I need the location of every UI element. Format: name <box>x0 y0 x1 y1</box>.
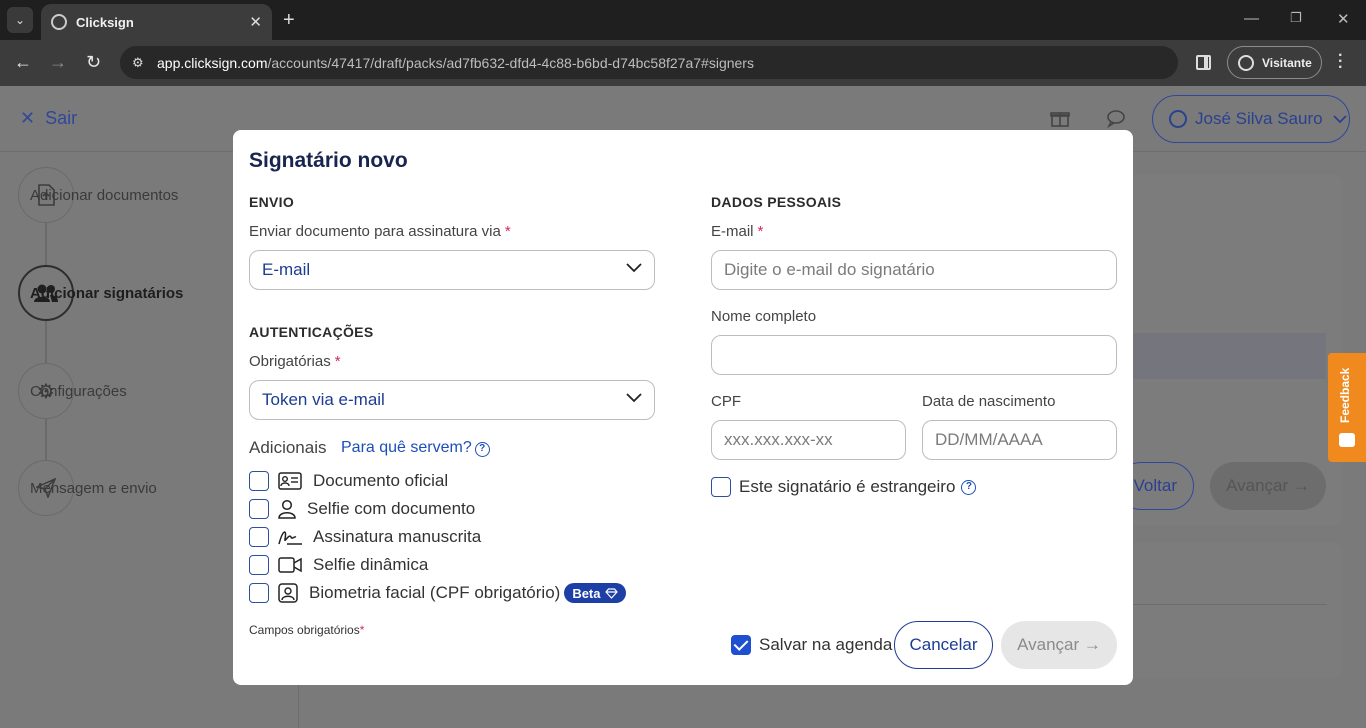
tab-search-button[interactable]: ⌄ <box>7 7 33 33</box>
cpf-label: CPF <box>711 393 741 410</box>
delivery-method-select[interactable]: E-mail <box>249 250 655 290</box>
option-facial-biometrics[interactable]: Biometria facial (CPF obrigatório) Beta <box>249 582 626 604</box>
birth-date-label: Data de nascimento <box>922 393 1056 410</box>
exit-button[interactable]: ✕ Sair <box>20 108 77 129</box>
section-personal-data: DADOS PESSOAIS <box>711 194 842 210</box>
close-icon: ✕ <box>20 108 36 128</box>
profile-icon <box>1238 54 1254 71</box>
checkbox-checked[interactable] <box>731 635 751 655</box>
option-label: Selfie dinâmica <box>313 555 429 574</box>
full-name-label: Nome completo <box>711 308 817 325</box>
user-name: José Silva Sauro <box>1195 109 1323 128</box>
browser-tab[interactable]: Clicksign ✕ <box>41 4 272 40</box>
option-selfie-document[interactable]: Selfie com documento <box>249 498 475 520</box>
forward-arrow-icon[interactable]: → <box>49 52 67 73</box>
email-input[interactable] <box>711 250 1117 290</box>
option-handwritten-signature[interactable]: Assinatura manuscrita <box>249 526 481 548</box>
tab-title: Clicksign <box>76 14 134 30</box>
cancel-button[interactable]: Cancelar <box>894 621 993 669</box>
window-close-icon[interactable]: ✕ <box>1337 10 1350 28</box>
option-label: Assinatura manuscrita <box>313 527 482 546</box>
email-label: E-mail * <box>711 223 764 240</box>
feedback-tab[interactable]: Feedback <box>1328 353 1366 462</box>
site-settings-icon[interactable]: ⚙ <box>132 55 148 71</box>
option-label: Selfie com documento <box>307 499 476 518</box>
user-avatar-icon <box>1169 110 1187 128</box>
address-bar[interactable]: ⚙ app.clicksign.com/accounts/47417/draft… <box>120 46 1178 79</box>
background-band <box>1120 333 1326 379</box>
signature-icon <box>277 526 303 548</box>
save-to-contacts-option[interactable]: Salvar na agenda <box>731 635 892 655</box>
arrow-right-icon: → <box>1083 635 1101 654</box>
chevron-down-icon <box>626 263 642 273</box>
divider <box>1133 604 1327 605</box>
section-envio: ENVIO <box>249 194 295 210</box>
foreigner-option[interactable]: Este signatário é estrangeiro ? <box>711 477 977 497</box>
clicksign-favicon-icon <box>51 14 67 30</box>
option-label: Biometria facial (CPF obrigatório) <box>309 583 561 602</box>
checkbox[interactable] <box>249 583 269 603</box>
profile-label: Visitante <box>1262 55 1312 70</box>
browser-menu-icon[interactable]: · · · <box>1338 48 1343 76</box>
step-label: Adicionar signatários <box>30 284 184 302</box>
checkbox[interactable] <box>249 555 269 575</box>
modal-title: Signatário novo <box>249 149 408 172</box>
birth-date-input[interactable] <box>922 420 1117 460</box>
step-label: Adicionar documentos <box>30 186 179 204</box>
face-id-icon <box>277 582 299 604</box>
help-link[interactable]: Para quê servem?? <box>341 439 490 457</box>
step-message-send[interactable]: Mensagem e envio <box>18 460 157 516</box>
user-menu-button[interactable]: José Silva Sauro <box>1152 95 1350 143</box>
minimize-icon[interactable]: — <box>1244 10 1259 27</box>
full-name-input[interactable] <box>711 335 1117 375</box>
checkbox[interactable] <box>249 471 269 491</box>
back-arrow-icon[interactable]: ← <box>14 52 32 73</box>
section-auth: AUTENTICAÇÕES <box>249 324 374 340</box>
new-signer-modal: Signatário novo ENVIO Enviar documento p… <box>233 130 1133 685</box>
step-label: Configurações <box>30 382 127 400</box>
profile-button[interactable]: Visitante <box>1227 46 1322 79</box>
delivery-label: Enviar documento para assinatura via * <box>249 223 511 240</box>
feedback-label: Feedback <box>1338 367 1352 423</box>
step-label: Mensagem e envio <box>30 479 157 497</box>
required-auth-label: Obrigatórias * <box>249 353 341 370</box>
tab-close-icon[interactable]: ✕ <box>249 13 262 31</box>
option-dynamic-selfie[interactable]: Selfie dinâmica <box>249 554 428 576</box>
feedback-icon <box>1339 433 1355 447</box>
browser-tab-bar: ⌄ Clicksign ✕ + — ❐ ✕ <box>0 0 1366 40</box>
video-camera-icon <box>277 554 303 576</box>
required-fields-note: Campos obrigatórios* <box>249 623 365 637</box>
person-icon <box>277 498 297 520</box>
restore-icon[interactable]: ❐ <box>1290 10 1302 26</box>
additional-auth-label: Adicionais <box>249 438 327 457</box>
step-add-documents[interactable]: Adicionar documentos <box>18 167 178 223</box>
new-tab-button[interactable]: + <box>283 9 295 31</box>
reload-icon[interactable]: ↻ <box>86 52 101 73</box>
diamond-icon <box>604 587 618 599</box>
side-panel-icon[interactable] <box>1196 55 1211 70</box>
browser-toolbar: ← → ↻ ⚙ app.clicksign.com/accounts/47417… <box>0 40 1366 86</box>
foreigner-label: Este signatário é estrangeiro <box>739 477 956 496</box>
chevron-down-icon <box>626 393 642 403</box>
checkbox[interactable] <box>711 477 731 497</box>
step-settings[interactable]: ⚙ Configurações <box>18 363 127 419</box>
cpf-input[interactable] <box>711 420 906 460</box>
background-next-button[interactable]: Avançar → <box>1210 462 1326 510</box>
save-to-contacts-label: Salvar na agenda <box>759 635 893 654</box>
required-auth-select[interactable]: Token via e-mail <box>249 380 655 420</box>
chevron-down-icon <box>1332 114 1347 123</box>
option-label: Documento oficial <box>313 471 449 490</box>
next-button[interactable]: Avançar → <box>1001 621 1117 669</box>
help-icon: ? <box>474 442 490 457</box>
step-add-signers[interactable]: Adicionar signatários <box>18 265 183 321</box>
url-text: app.clicksign.com/accounts/47417/draft/p… <box>157 54 754 71</box>
id-card-icon <box>277 470 303 492</box>
checkbox[interactable] <box>249 499 269 519</box>
option-official-document[interactable]: Documento oficial <box>249 470 448 492</box>
beta-badge: Beta <box>564 583 626 603</box>
help-icon[interactable]: ? <box>961 479 977 495</box>
background-card-2 <box>1120 543 1342 678</box>
checkbox[interactable] <box>249 527 269 547</box>
